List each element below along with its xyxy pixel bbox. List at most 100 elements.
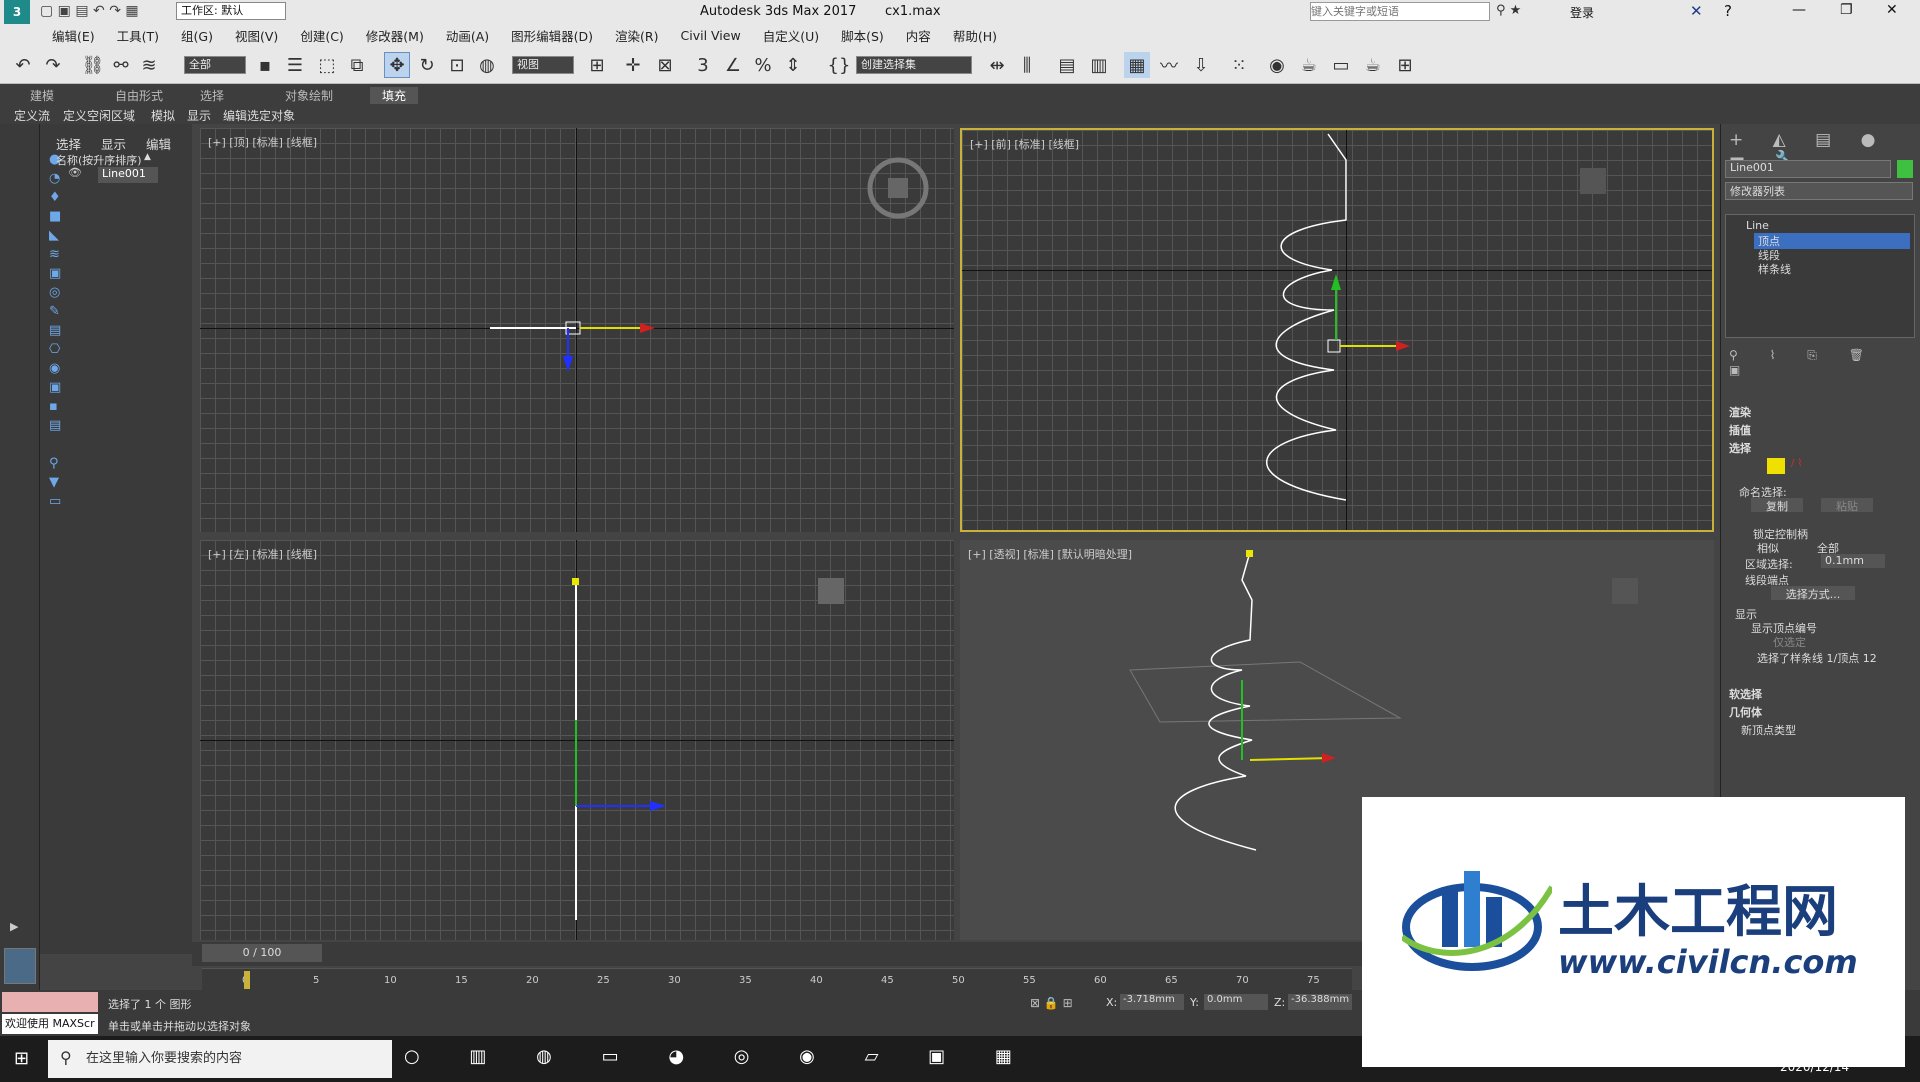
ribbon-tab-3[interactable]: 对象绘制 <box>285 87 333 104</box>
time-slider[interactable]: 0 / 100 <box>202 944 322 962</box>
copy-button[interactable]: 复制 <box>1751 498 1803 513</box>
ribbon-subtab-4[interactable]: 编辑选定对象 <box>223 107 295 124</box>
expand-arrow-icon[interactable]: ▶ <box>10 920 28 938</box>
workspace-dropdown[interactable]: 工作区: 默认 <box>176 2 286 20</box>
spinner-snap-icon[interactable]: ⇕ <box>780 52 806 78</box>
maxscript-welcome[interactable]: 欢迎使用 MAXScr <box>2 1014 98 1034</box>
segment-spline-mode-icons[interactable]: ∕ ⌇ <box>1791 458 1802 469</box>
area-select-spinner[interactable]: 0.1mm <box>1821 554 1885 568</box>
login-button[interactable]: 登录 <box>1570 4 1594 21</box>
layer-explorer-icon[interactable]: ▤ <box>1054 52 1080 78</box>
coord-z-field[interactable]: -36.388mm <box>1288 994 1352 1010</box>
ribbon-tab-0[interactable]: 建模 <box>30 87 54 104</box>
search-binoculars-icon[interactable]: ⚲ ★ <box>1496 3 1521 18</box>
percent-snap-icon[interactable]: % <box>750 52 776 78</box>
close-x-icon[interactable]: ✕ <box>1690 2 1703 20</box>
scene-tab-display[interactable]: 显示 <box>101 134 126 153</box>
angle-snap-icon[interactable]: ∠ <box>720 52 746 78</box>
time-cursor[interactable] <box>244 971 250 989</box>
layers-icon[interactable]: ▥ <box>1086 52 1112 78</box>
vertex-mode-icon[interactable] <box>1767 458 1785 474</box>
scene-explorer-icon[interactable]: ▦ <box>1124 52 1150 78</box>
menu-item-12[interactable]: 内容 <box>906 26 931 45</box>
select-object-icon[interactable]: ▪ <box>252 52 278 78</box>
redo-icon[interactable]: ↷ <box>40 52 66 78</box>
ribbon-subtab-3[interactable]: 显示 <box>187 107 211 124</box>
viewport-layout-icon[interactable] <box>4 948 36 984</box>
close-window-button[interactable]: ✕ <box>1886 2 1898 18</box>
scene-item-line001[interactable]: Line001 <box>98 167 158 183</box>
schematic-view-icon[interactable]: ⁙ <box>1226 52 1252 78</box>
snap-toggle-icon[interactable]: 3 <box>690 52 716 78</box>
menu-item-8[interactable]: 渲染(R) <box>615 26 658 45</box>
scale-icon[interactable]: ⊡ <box>444 52 470 78</box>
rect-selection-icon[interactable]: ⬚ <box>314 52 340 78</box>
move-icon[interactable]: ✥ <box>384 52 410 78</box>
object-color-swatch[interactable] <box>1897 160 1913 178</box>
visibility-eye-icon[interactable]: 👁 <box>68 166 82 179</box>
coord-x-field[interactable]: -3.718mm <box>1120 994 1184 1010</box>
rollout-geometry[interactable]: 几何体 <box>1729 704 1762 720</box>
named-selection-dropdown[interactable]: 创建选择集 <box>856 56 972 74</box>
align-icon[interactable]: ⫼ <box>1014 52 1040 78</box>
undo-icon[interactable]: ↶ <box>10 52 36 78</box>
rollout-render[interactable]: 渲染 <box>1729 404 1751 420</box>
menu-item-2[interactable]: 组(G) <box>181 26 213 45</box>
minimize-button[interactable]: — <box>1792 2 1806 18</box>
bind-spacewarp-icon[interactable]: ≋ <box>136 52 162 78</box>
paste-button[interactable]: 粘贴 <box>1821 498 1873 513</box>
edit-named-sel-icon[interactable]: {} <box>826 52 852 78</box>
pivot-icon[interactable]: ⊞ <box>584 52 610 78</box>
viewport-front[interactable]: [+] [前] [标准] [线框] <box>960 128 1714 532</box>
render-setup-icon[interactable]: ☕ <box>1296 52 1322 78</box>
ribbon-subtab-1[interactable]: 定义空闲区域 <box>63 107 135 124</box>
sort-arrow-icon[interactable]: ▲ <box>144 152 151 162</box>
menu-item-9[interactable]: Civil View <box>681 28 741 43</box>
similar-radio[interactable]: 相似 <box>1757 540 1779 556</box>
stack-spline[interactable]: 样条线 <box>1758 261 1791 277</box>
taskbar-app-icons[interactable]: ○ ▥ ◍ ▭ ◕ ◎ ◉ ▱ ▣ ▦ <box>404 1046 1034 1067</box>
render-frame-icon[interactable]: ▭ <box>1328 52 1354 78</box>
material-editor-icon[interactable]: ◉ <box>1264 52 1290 78</box>
link-icon[interactable]: ⛓ <box>80 52 106 78</box>
maxscript-listener[interactable] <box>2 992 98 1012</box>
rollout-soft-selection[interactable]: 软选择 <box>1729 686 1762 702</box>
menu-item-6[interactable]: 动画(A) <box>446 26 489 45</box>
rollout-interp[interactable]: 插值 <box>1729 422 1751 438</box>
select-by-name-icon[interactable]: ☰ <box>282 52 308 78</box>
isolate-lock-icons[interactable]: ⊠ 🔒 ⊞ <box>1030 996 1073 1010</box>
track-bar[interactable]: 051015202530354045505560657075 <box>202 968 1352 990</box>
viewport-top[interactable]: [+] [顶] [标准] [线框] <box>200 128 954 532</box>
menu-item-5[interactable]: 修改器(M) <box>366 26 424 45</box>
stack-tool-icons[interactable]: ⚲ ⌇ ⎘ 🗑 ▣ <box>1729 348 1920 377</box>
ref-coord-dropdown[interactable]: 视图 <box>512 56 574 74</box>
help-icon[interactable]: ? <box>1724 2 1732 20</box>
viewport-left[interactable]: [+] [左] [标准] [线框] <box>200 540 954 940</box>
modifier-list-dropdown[interactable]: 修改器列表 <box>1725 182 1913 200</box>
select-manipulate-icon[interactable]: ✛ <box>620 52 646 78</box>
mirror-icon[interactable]: ⇹ <box>984 52 1010 78</box>
curve-editor-icon[interactable]: 〰 <box>1156 52 1182 78</box>
app-logo-icon[interactable]: 3 <box>4 0 30 24</box>
area-select-checkbox[interactable]: 区域选择: <box>1745 556 1793 572</box>
ribbon-subtab-0[interactable]: 定义流 <box>14 107 50 124</box>
ribbon-tab-4[interactable]: 填充 <box>370 87 419 104</box>
rollout-selection[interactable]: 选择 <box>1729 440 1751 456</box>
windows-start-icon[interactable]: ⊞ <box>14 1048 29 1069</box>
render-icon[interactable]: ☕ <box>1360 52 1386 78</box>
ribbon-subtab-2[interactable]: 模拟 <box>151 107 175 124</box>
menu-item-4[interactable]: 创建(C) <box>300 26 343 45</box>
ribbon-tab-1[interactable]: 自由形式 <box>115 87 163 104</box>
quick-access-icons[interactable]: ▢ ▣ ▤ ↶ ↷ ▦ <box>40 3 139 19</box>
selected-only-checkbox[interactable]: 仅选定 <box>1773 634 1806 650</box>
scene-tab-edit[interactable]: 编辑 <box>146 134 171 153</box>
unlink-icon[interactable]: ⚯ <box>108 52 134 78</box>
menu-item-11[interactable]: 脚本(S) <box>841 26 884 45</box>
keyboard-shortcut-icon[interactable]: ⊠ <box>652 52 678 78</box>
window-crossing-icon[interactable]: ⧉ <box>344 52 370 78</box>
menu-item-0[interactable]: 编辑(E) <box>52 26 95 45</box>
menu-item-13[interactable]: 帮助(H) <box>953 26 997 45</box>
coord-y-field[interactable]: 0.0mm <box>1204 994 1268 1010</box>
menu-item-1[interactable]: 工具(T) <box>117 26 159 45</box>
selection-filter-dropdown[interactable]: 全部 <box>184 56 246 74</box>
